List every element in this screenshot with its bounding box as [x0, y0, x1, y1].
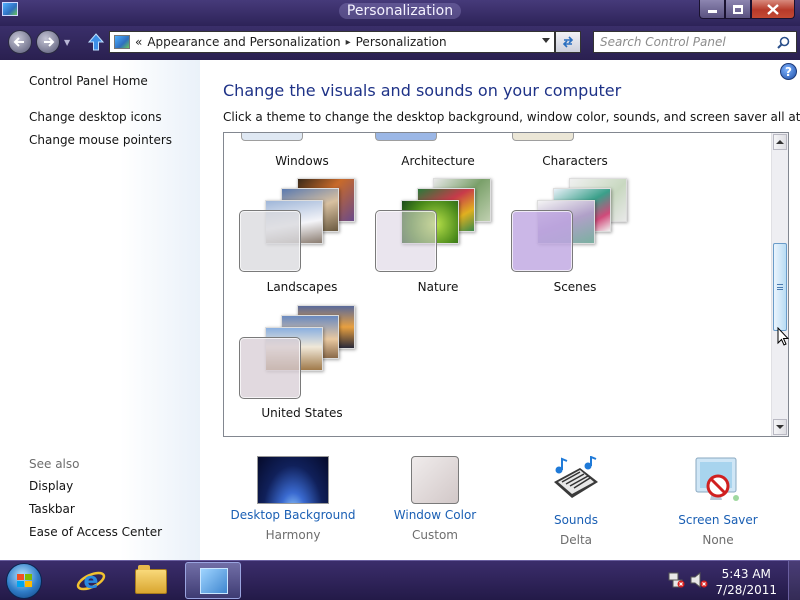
help-icon[interactable]: ?	[780, 63, 797, 80]
windows-explorer-button[interactable]	[122, 562, 178, 599]
theme-label-united-states[interactable]: United States	[232, 406, 372, 420]
scroll-down-button[interactable]	[773, 419, 787, 435]
characters-theme-swatch[interactable]	[512, 133, 574, 141]
forward-arrow-icon	[44, 37, 55, 47]
windows-theme-swatch[interactable]	[241, 133, 303, 141]
scroll-up-button[interactable]	[773, 134, 787, 150]
control-panel-icon	[114, 35, 130, 49]
display-link[interactable]: Display	[29, 479, 73, 493]
page-title: Change the visuals and sounds on your co…	[223, 81, 622, 100]
breadcrumb-overflow[interactable]: «	[135, 35, 142, 49]
refresh-button[interactable]	[555, 31, 581, 53]
music-notes-icon[interactable]	[550, 455, 602, 506]
architecture-theme-swatch[interactable]	[375, 133, 437, 141]
change-mouse-pointers-link[interactable]: Change mouse pointers	[29, 133, 172, 147]
refresh-icon	[562, 36, 574, 48]
minimize-icon	[707, 10, 717, 13]
left-pane: Control Panel Home Change desktop icons …	[0, 60, 200, 560]
minimize-button[interactable]	[699, 0, 725, 19]
clock-date: 7/28/2011	[715, 583, 777, 597]
united-states-color-swatch	[239, 337, 301, 399]
sounds-link[interactable]: Sounds	[506, 513, 646, 527]
window-color-value: Custom	[412, 528, 458, 542]
see-also-heading: See also	[29, 457, 80, 471]
scroll-thumb[interactable]	[773, 243, 787, 331]
control-panel-taskbar-button[interactable]	[185, 562, 241, 599]
grip-icon	[777, 284, 783, 290]
search-icon[interactable]	[777, 36, 790, 49]
search-input[interactable]	[600, 32, 770, 52]
back-arrow-icon	[13, 37, 24, 47]
forward-button[interactable]	[36, 30, 60, 54]
breadcrumb-personalization[interactable]: Personalization	[356, 35, 447, 49]
volume-muted-icon[interactable]	[690, 572, 708, 588]
system-clock[interactable]: 5:43 AM 7/28/2011	[715, 566, 777, 598]
close-icon	[767, 3, 779, 15]
internet-explorer-icon: e	[76, 569, 106, 594]
desktop-background-tile[interactable]: Desktop Background Harmony	[223, 456, 363, 542]
control-panel-icon	[200, 568, 228, 594]
theme-label-characters[interactable]: Characters	[505, 154, 645, 168]
network-icon[interactable]	[667, 572, 685, 588]
wallpaper-thumbnail[interactable]	[257, 456, 329, 504]
screen-saver-link[interactable]: Screen Saver	[648, 513, 788, 527]
theme-label-architecture[interactable]: Architecture	[368, 154, 508, 168]
theme-label-landscapes[interactable]: Landscapes	[232, 280, 372, 294]
svg-text:e: e	[84, 569, 99, 594]
close-button[interactable]	[751, 0, 795, 19]
control-panel-home-link[interactable]: Control Panel Home	[29, 74, 148, 88]
desktop-background-value: Harmony	[265, 528, 321, 542]
address-bar[interactable]: « Appearance and Personalization ▸ Perso…	[109, 31, 555, 53]
scroll-down-icon	[776, 425, 784, 429]
theme-list[interactable]: Windows Architecture Characters Landscap…	[223, 132, 789, 437]
landscapes-color-swatch	[239, 210, 301, 272]
nature-color-swatch	[375, 210, 437, 272]
mouse-cursor-icon	[777, 327, 789, 346]
theme-list-scrollbar[interactable]	[771, 133, 788, 436]
up-arrow-icon[interactable]	[86, 32, 106, 52]
theme-scenes[interactable]	[511, 178, 636, 273]
theme-label-scenes[interactable]: Scenes	[505, 280, 645, 294]
scroll-up-icon	[776, 140, 784, 144]
scenes-color-swatch	[511, 210, 573, 272]
screen-saver-tile[interactable]: Screen Saver None	[648, 456, 788, 547]
theme-label-nature[interactable]: Nature	[368, 280, 508, 294]
screen-saver-icon[interactable]	[692, 456, 744, 506]
show-desktop-button[interactable]	[788, 561, 800, 600]
main-content: ? Change the visuals and sounds on your …	[200, 60, 800, 560]
internet-explorer-button[interactable]: e	[62, 562, 118, 599]
maximize-button[interactable]	[725, 0, 751, 19]
windows-logo-icon	[17, 574, 33, 588]
clock-time: 5:43 AM	[721, 567, 771, 581]
address-dropdown-icon[interactable]	[542, 38, 550, 43]
window-color-link[interactable]: Window Color	[365, 508, 505, 522]
theme-nature[interactable]	[375, 178, 500, 273]
breadcrumb-separator-icon[interactable]: ▸	[346, 37, 351, 48]
color-swatch[interactable]	[411, 456, 459, 504]
window-controls	[699, 0, 795, 19]
change-desktop-icons-link[interactable]: Change desktop icons	[29, 110, 162, 124]
maximize-icon	[733, 4, 743, 14]
search-box[interactable]	[593, 31, 797, 53]
sounds-tile[interactable]: Sounds Delta	[506, 455, 646, 547]
taskbar: e 5:43 AM 7/28/2011	[0, 560, 800, 600]
window-title: Personalization	[0, 3, 800, 19]
sounds-value: Delta	[559, 533, 592, 547]
window-color-tile[interactable]: Window Color Custom	[365, 456, 505, 542]
desktop-background-link[interactable]: Desktop Background	[223, 508, 363, 522]
title-bar: Personalization	[0, 0, 800, 26]
folder-icon	[135, 565, 167, 594]
navigation-bar: ▼ « Appearance and Personalization ▸ Per…	[0, 26, 800, 60]
theme-united-states[interactable]	[239, 305, 364, 400]
screen-saver-value: None	[702, 533, 734, 547]
theme-landscapes[interactable]	[239, 178, 364, 273]
history-dropdown-icon[interactable]: ▼	[64, 38, 70, 47]
theme-label-windows[interactable]: Windows	[232, 154, 372, 168]
start-button[interactable]	[6, 563, 42, 599]
taskbar-link[interactable]: Taskbar	[29, 502, 75, 516]
breadcrumb-appearance[interactable]: Appearance and Personalization	[147, 35, 340, 49]
ease-of-access-link[interactable]: Ease of Access Center	[29, 525, 162, 539]
page-subtitle: Click a theme to change the desktop back…	[223, 110, 800, 124]
back-button[interactable]	[8, 30, 32, 54]
